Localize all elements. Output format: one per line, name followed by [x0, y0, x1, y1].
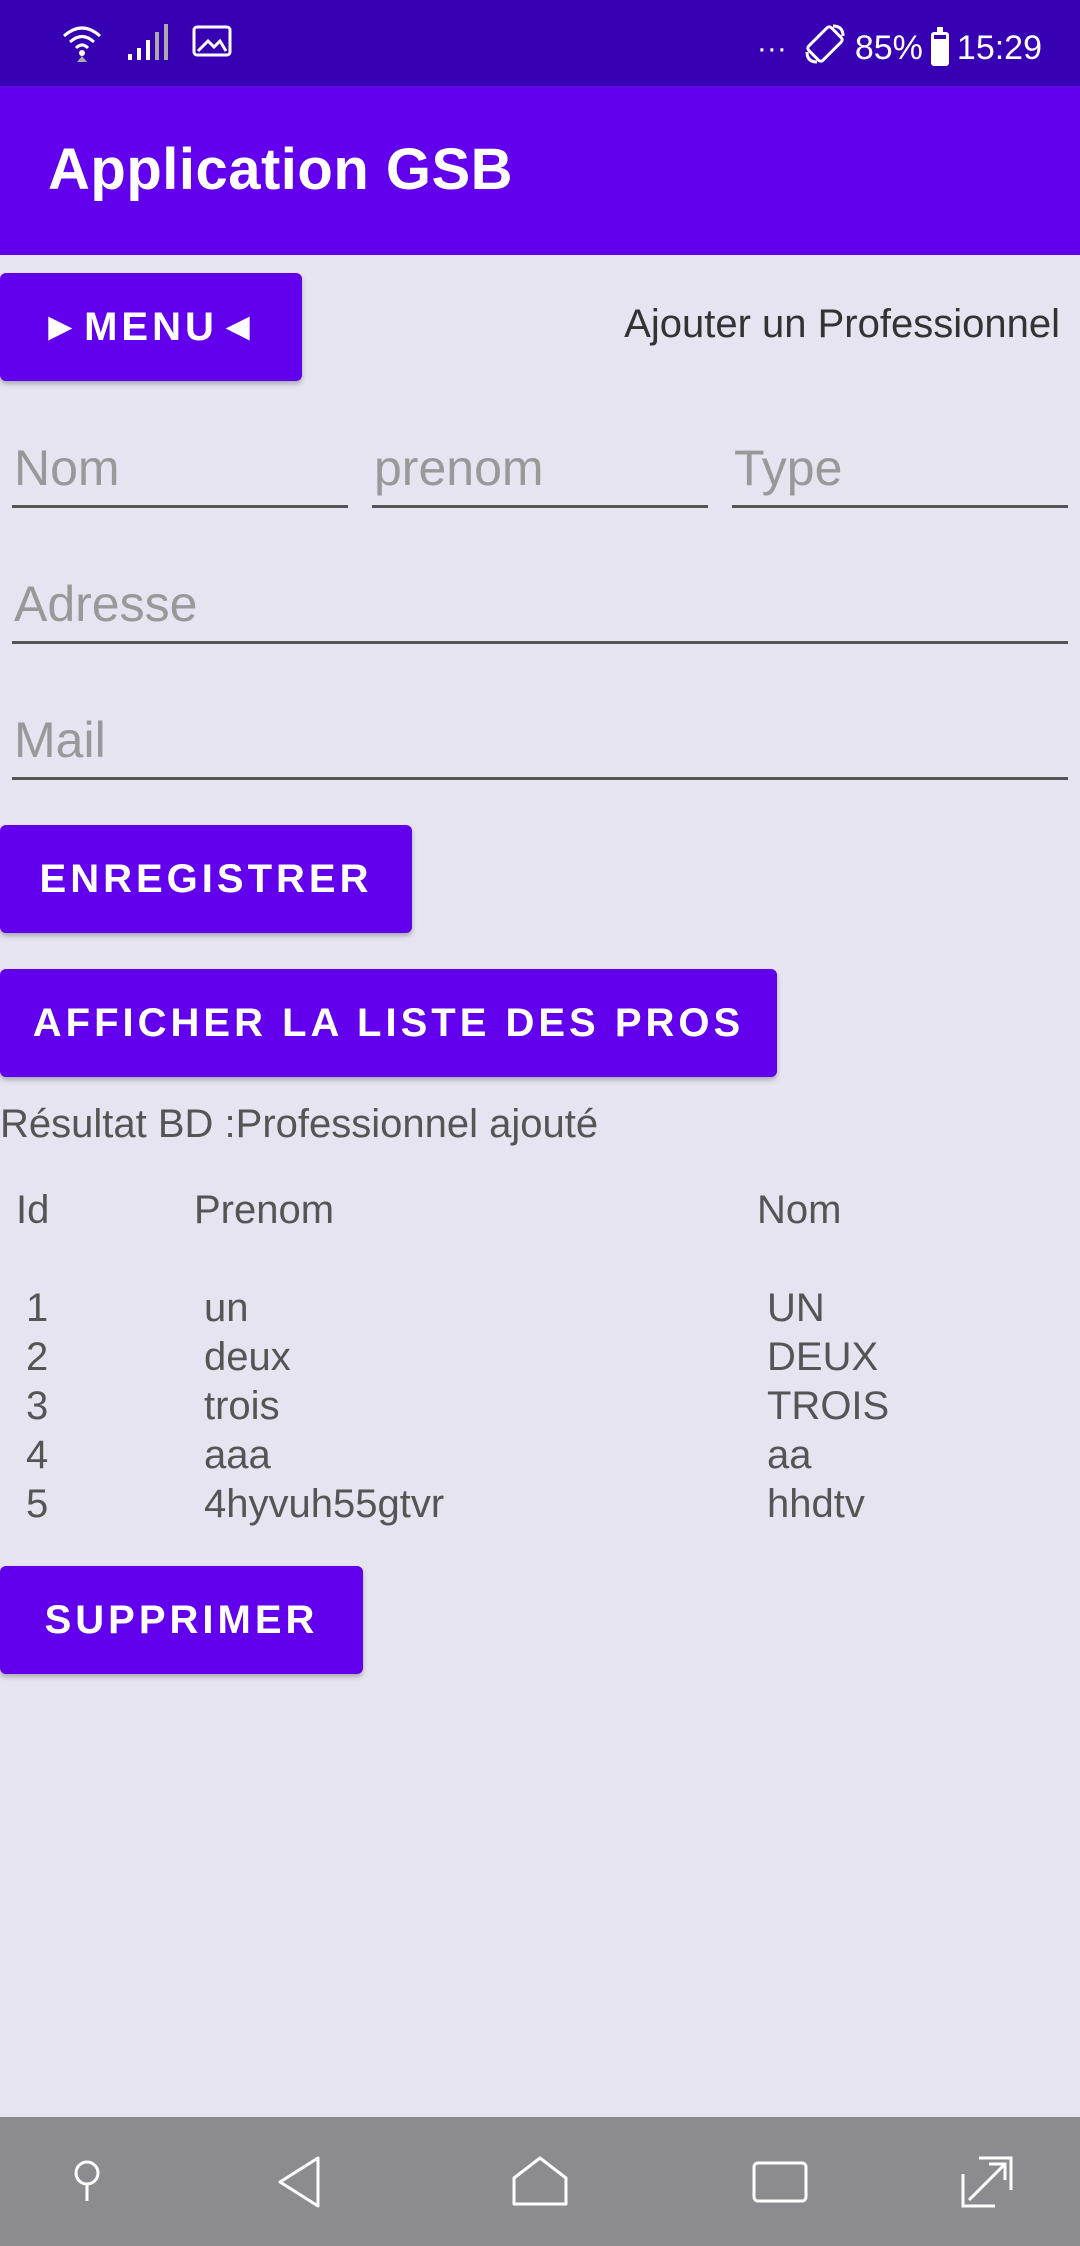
row-nom: TROIS [767, 1384, 890, 1428]
table-row: 2 deux DEUX [0, 1335, 1080, 1384]
prenom-input[interactable] [372, 418, 708, 505]
expand-icon[interactable] [952, 2147, 1022, 2217]
battery-percent: 85% [854, 29, 923, 67]
status-icons-right: ··· 85% 15:29 [757, 22, 1042, 75]
row-prenom: deux [204, 1335, 291, 1379]
status-bar: ··· 85% 15:29 [0, 0, 1080, 86]
type-field[interactable] [732, 418, 1068, 508]
signal-icon [126, 22, 170, 67]
navigation-bar [0, 2117, 1080, 2246]
row-id: 1 [26, 1286, 49, 1330]
row-prenom: un [204, 1286, 249, 1330]
app-title: Application GSB [48, 137, 514, 202]
table-row: 5 4hyvuh55gtvr hhdtv [0, 1482, 1080, 1531]
delete-button[interactable]: SUPPRIMER [0, 1566, 363, 1674]
row-id: 3 [26, 1384, 49, 1428]
table-row: 4 aaa aa [0, 1433, 1080, 1482]
row-id: 4 [26, 1433, 49, 1477]
column-header-prenom: Prenom [194, 1188, 335, 1232]
row-nom: UN [767, 1286, 825, 1330]
row-id: 2 [26, 1335, 49, 1379]
image-icon [192, 25, 232, 64]
home-icon[interactable] [505, 2147, 575, 2217]
row-prenom: 4hyvuh55gtvr [204, 1482, 445, 1526]
adresse-input[interactable] [12, 554, 1068, 641]
nom-field[interactable] [12, 418, 348, 508]
table-row: 3 trois TROIS [0, 1384, 1080, 1433]
row-prenom: trois [204, 1384, 280, 1428]
column-header-nom: Nom [757, 1188, 842, 1232]
app-bar: Application GSB [0, 86, 1080, 255]
battery-icon [930, 26, 949, 66]
more-notifications-icon: ··· [756, 31, 787, 65]
row-nom: aa [767, 1433, 812, 1477]
page-subtitle: Ajouter un Professionnel [624, 302, 1060, 346]
result-text: Résultat BD :Professionnel ajouté [0, 1102, 599, 1146]
table-row: 1 un UN [0, 1286, 1080, 1335]
back-icon[interactable] [265, 2147, 335, 2217]
column-header-id: Id [16, 1188, 50, 1232]
nom-input[interactable] [12, 418, 348, 505]
row-id: 5 [26, 1482, 49, 1526]
row-prenom: aaa [204, 1433, 271, 1477]
clock: 15:29 [956, 29, 1042, 67]
pin-icon[interactable] [52, 2147, 122, 2217]
prenom-field[interactable] [372, 418, 708, 508]
row-nom: DEUX [767, 1335, 879, 1379]
mail-input[interactable] [12, 690, 1068, 777]
save-button[interactable]: ENREGISTRER [0, 825, 412, 933]
adresse-field[interactable] [12, 554, 1068, 644]
pros-list: 1 un UN 2 deux DEUX 3 trois TROIS 4 aaa … [0, 1286, 1080, 1531]
show-list-button[interactable]: AFFICHER LA LISTE DES PROS [0, 969, 777, 1077]
wifi-icon [60, 20, 104, 69]
status-icons-left [60, 20, 232, 69]
rotation-icon [803, 22, 847, 75]
recents-icon[interactable] [745, 2147, 815, 2217]
menu-button[interactable]: ►MENU◄ [0, 273, 302, 381]
row-nom: hhdtv [767, 1482, 865, 1526]
mail-field[interactable] [12, 690, 1068, 780]
type-input[interactable] [732, 418, 1068, 505]
